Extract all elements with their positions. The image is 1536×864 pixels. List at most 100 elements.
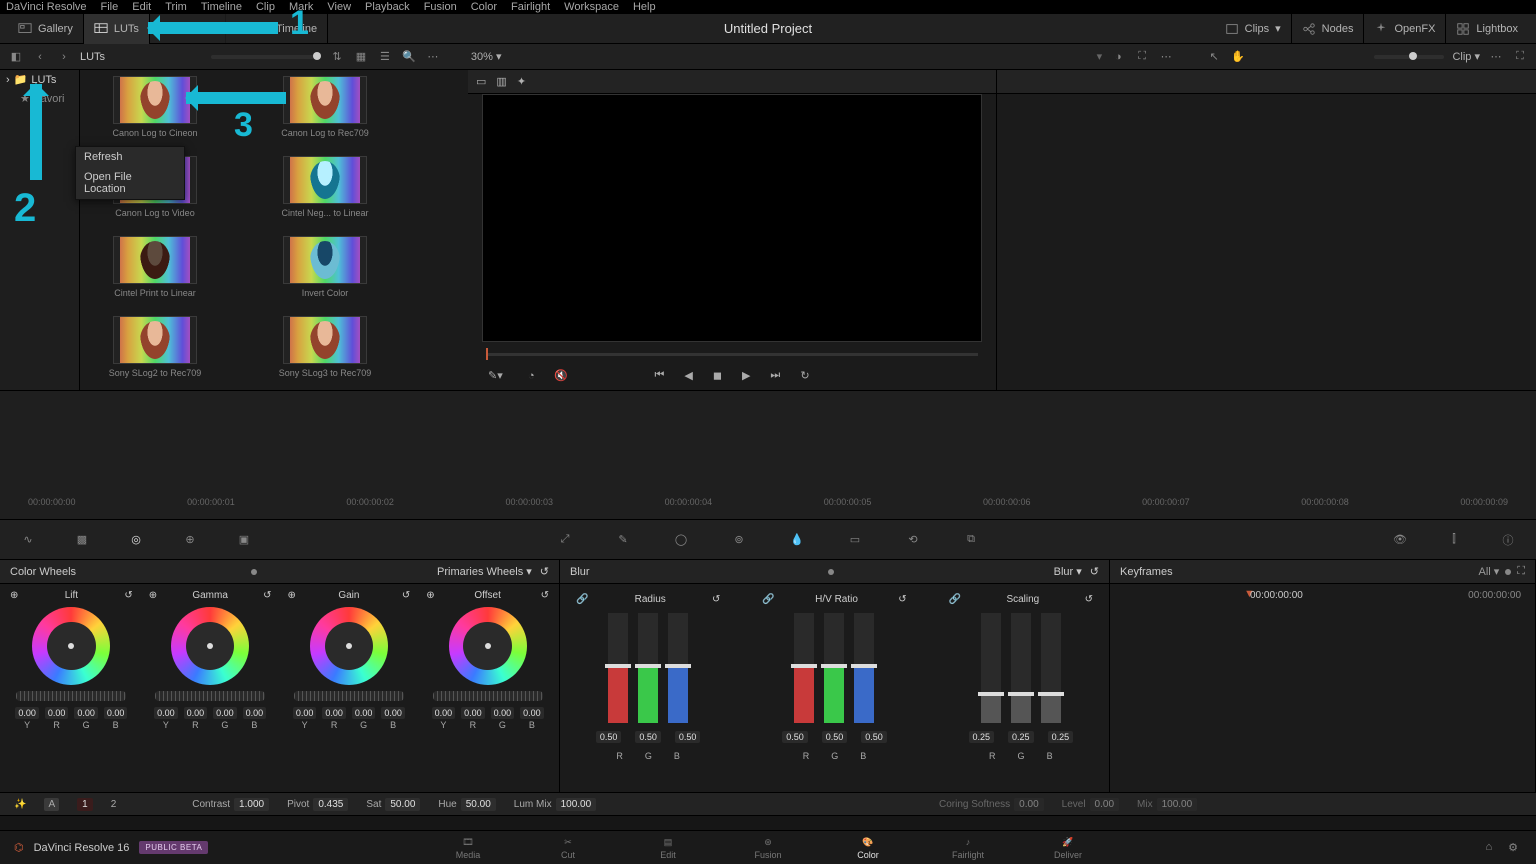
context-refresh[interactable]: Refresh — [76, 147, 184, 167]
go-first-icon[interactable]: ⏮ — [654, 369, 664, 382]
key-icon[interactable]: ▭ — [843, 528, 867, 552]
loop-icon[interactable]: ↻ — [800, 369, 809, 382]
blur-value[interactable]: 0.50 — [782, 731, 808, 743]
menu-fusion[interactable]: Fusion — [424, 1, 457, 13]
play-icon[interactable]: ▶ — [742, 369, 750, 382]
reset-icon[interactable]: ↺ — [898, 594, 906, 605]
go-last-icon[interactable]: ⏭ — [770, 369, 780, 382]
step-back-icon[interactable]: ◀ — [684, 369, 692, 382]
menu-timeline[interactable]: Timeline — [201, 1, 242, 13]
reset-icon[interactable]: ↺ — [712, 594, 720, 605]
page-1-btn[interactable]: 1 — [77, 798, 93, 811]
blur-value[interactable]: 0.50 — [822, 731, 848, 743]
more-icon-3[interactable]: ⋯ — [1488, 49, 1504, 65]
context-open-location[interactable]: Open File Location — [76, 167, 184, 199]
menu-file[interactable]: File — [101, 1, 119, 13]
blur-value[interactable]: 0.25 — [969, 731, 995, 743]
blur-slider[interactable] — [1011, 613, 1031, 723]
picker-a-icon[interactable]: A — [44, 798, 59, 811]
wheel-picker-icon[interactable]: ⊕ — [426, 590, 434, 601]
tree-root[interactable]: › 📁 LUTs — [0, 70, 79, 89]
pointer-icon[interactable]: ↖ — [1206, 49, 1222, 65]
reset-icon[interactable]: ↺ — [1085, 594, 1093, 605]
blur-value[interactable]: 0.50 — [596, 731, 622, 743]
stop-icon[interactable]: ◼ — [713, 369, 722, 382]
blur-slider[interactable] — [638, 613, 658, 723]
pivot-value[interactable]: 0.435 — [313, 798, 348, 811]
lightbox-button[interactable]: Lightbox — [1446, 14, 1528, 44]
menu-help[interactable]: Help — [633, 1, 656, 13]
color-wheel[interactable] — [32, 607, 110, 685]
hand-icon[interactable]: ✋ — [1230, 49, 1246, 65]
highlight-icon[interactable]: ◑ — [1110, 49, 1126, 65]
coring-value[interactable]: 0.00 — [1014, 798, 1043, 811]
nav-fwd-icon[interactable]: › — [56, 49, 72, 65]
page-dot[interactable] — [251, 569, 257, 575]
luts-button[interactable]: LUTs — [84, 14, 150, 44]
page-color[interactable]: 🎨Color — [838, 835, 898, 860]
thumbnail-timeline[interactable]: 00:00:00:0000:00:00:0100:00:00:0200:00:0… — [0, 390, 1536, 520]
view-grid-icon[interactable]: ▦ — [353, 49, 369, 65]
lut-item[interactable]: Sony SLog2 to Rec709 — [90, 316, 220, 378]
page-fusion[interactable]: ⊛Fusion — [738, 835, 798, 860]
reset-icon[interactable]: ↺ — [124, 590, 132, 601]
link-icon[interactable]: 🔗 — [949, 594, 961, 605]
reset-icon[interactable]: ↺ — [541, 590, 549, 601]
timeline-toggle-button[interactable]: Timeline — [246, 14, 328, 44]
qualifier-tool-icon[interactable]: ◎ — [124, 528, 148, 552]
page-2-btn[interactable]: 2 — [111, 799, 117, 810]
more-icon-2[interactable]: ⋯ — [1158, 49, 1174, 65]
sidebar-toggle-icon[interactable]: ◧ — [8, 49, 24, 65]
nodes-button[interactable]: Nodes — [1292, 14, 1365, 44]
jog-wheel[interactable] — [16, 691, 126, 701]
stereo-icon[interactable]: ⧉ — [959, 528, 983, 552]
sizing-icon[interactable]: ⟲ — [901, 528, 925, 552]
lut-item[interactable]: Canon Log to Cineon — [90, 76, 220, 138]
page-edit[interactable]: ▤Edit — [638, 835, 698, 860]
viewer-wand-icon[interactable]: ✦ — [517, 75, 526, 88]
lut-item[interactable]: Invert Color — [260, 236, 390, 298]
menu-playback[interactable]: Playback — [365, 1, 410, 13]
page-deliver[interactable]: 🚀Deliver — [1038, 835, 1098, 860]
jog-wheel[interactable] — [155, 691, 265, 701]
stabilize-tool-icon[interactable]: ▣ — [232, 528, 256, 552]
viewer-scrubber[interactable] — [486, 353, 978, 356]
reset-icon[interactable]: ↺ — [1090, 565, 1099, 578]
gallery-button[interactable]: Gallery — [8, 14, 84, 44]
kf-expand-icon[interactable]: ⛶ — [1517, 565, 1525, 578]
reset-icon[interactable]: ↺ — [402, 590, 410, 601]
menu-edit[interactable]: Edit — [132, 1, 151, 13]
bypass-icon[interactable]: ✎▾ — [488, 369, 503, 382]
clip-selector[interactable]: ▾ — [742, 50, 1102, 63]
viewer-zoom[interactable]: 30% ▾ — [471, 50, 502, 63]
clip-label[interactable]: Clip ▾ — [1452, 50, 1480, 63]
page-fairlight[interactable]: ♪Fairlight — [938, 835, 998, 860]
color-wheel[interactable] — [449, 607, 527, 685]
lut-item[interactable]: Canon Log to Rec709 — [260, 76, 390, 138]
menu-mark[interactable]: Mark — [289, 1, 313, 13]
reset-icon[interactable]: ↺ — [263, 590, 271, 601]
wheel-picker-icon[interactable]: ⊕ — [288, 590, 296, 601]
viewer-canvas[interactable] — [482, 94, 982, 342]
warper-tool-icon[interactable]: ▩ — [70, 528, 94, 552]
viewer-mode-1-icon[interactable]: ▭ — [476, 75, 486, 88]
blur-slider[interactable] — [794, 613, 814, 723]
thumb-size-slider[interactable] — [211, 55, 321, 59]
mediapool-button[interactable]: Media Pool — [150, 14, 226, 44]
track-icon[interactable]: ⊚ — [727, 528, 751, 552]
jog-wheel[interactable] — [433, 691, 543, 701]
picker-icon[interactable]: ✎ — [611, 528, 635, 552]
sort-icon[interactable]: ⇅ — [329, 49, 345, 65]
tracker-tool-icon[interactable]: ⊕ — [178, 528, 202, 552]
lut-item[interactable]: Cintel Print to Linear — [90, 236, 220, 298]
wheel-picker-icon[interactable]: ⊕ — [149, 590, 157, 601]
blur-value[interactable]: 0.50 — [635, 731, 661, 743]
menu-view[interactable]: View — [327, 1, 351, 13]
link-icon[interactable]: 🔗 — [762, 594, 774, 605]
kf-dot[interactable] — [1505, 569, 1511, 575]
more-icon[interactable]: ⋯ — [425, 49, 441, 65]
blur-slider[interactable] — [668, 613, 688, 723]
blur-slider[interactable] — [824, 613, 844, 723]
curves-tool-icon[interactable]: ∿ — [16, 528, 40, 552]
keyframes-track[interactable]: ▼ 00:00:00:00 00:00:00:00 — [1110, 584, 1535, 792]
